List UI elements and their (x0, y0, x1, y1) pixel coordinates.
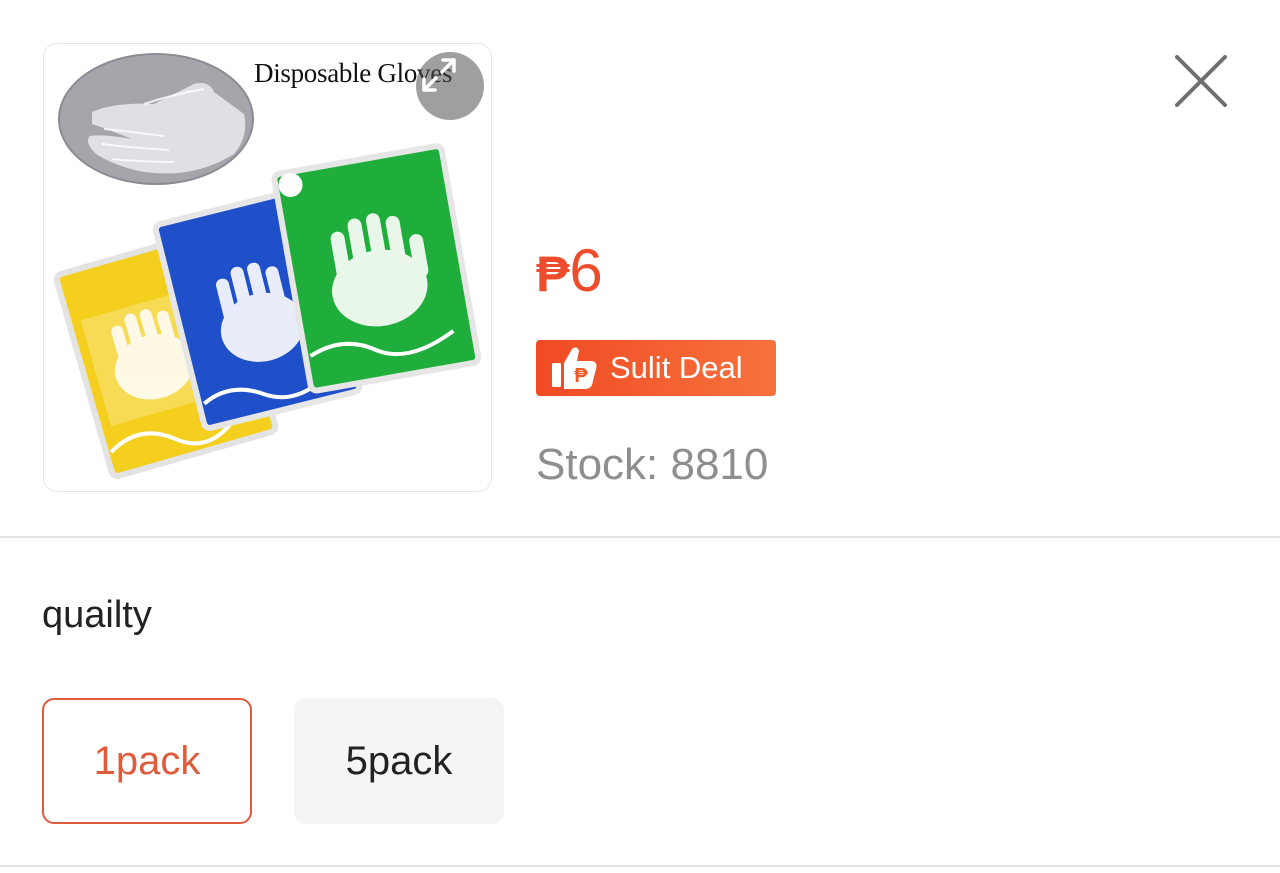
section-divider-bottom (0, 865, 1280, 867)
option-5pack[interactable]: 5pack (294, 698, 504, 824)
product-image[interactable]: Disposable Gloves (43, 43, 492, 492)
thumbs-up-peso-icon: ₱ (552, 347, 597, 389)
close-button[interactable] (1166, 46, 1236, 116)
expand-icon (422, 58, 456, 92)
product-price: ₱6 (536, 236, 603, 309)
section-divider (0, 536, 1280, 538)
price-value: 6 (569, 237, 603, 304)
stock-count: Stock: 8810 (536, 440, 769, 489)
currency-symbol: ₱ (536, 246, 570, 302)
deal-badge-label: Sulit Deal (610, 350, 743, 385)
expand-image-button[interactable] (416, 52, 484, 120)
svg-text:₱: ₱ (574, 365, 588, 387)
variation-title: quailty (42, 594, 152, 636)
option-1pack[interactable]: 1pack (42, 698, 252, 824)
close-icon (1175, 55, 1227, 107)
product-image-art (53, 53, 482, 479)
sulit-deal-badge: ₱ Sulit Deal (536, 340, 776, 396)
variation-sheet: Disposable Gloves ₱6 ₱ Sulit Deal Stock:… (0, 0, 1280, 873)
